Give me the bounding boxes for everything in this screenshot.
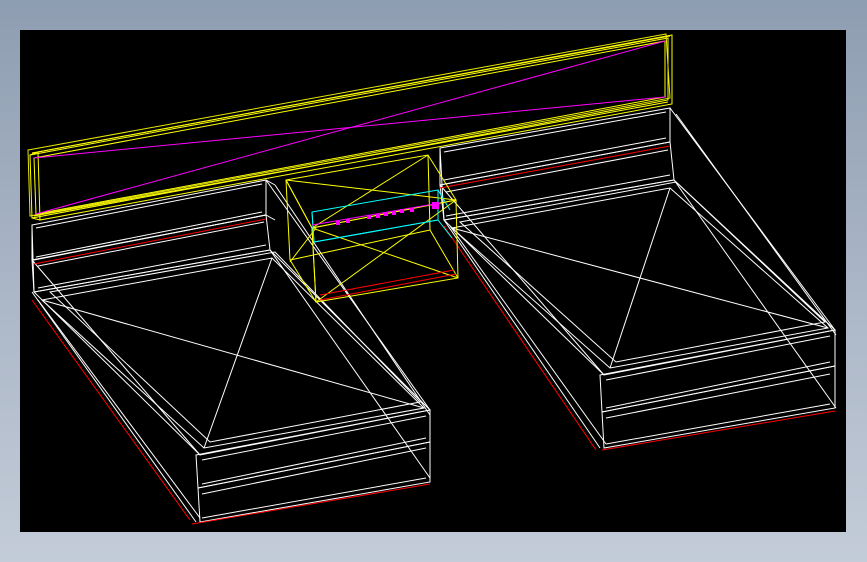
wireframe-drawing: [27, 33, 837, 525]
bed-left-head-top: [31, 179, 267, 261]
headboard-top: [33, 101, 669, 217]
headboard-edge: [31, 217, 41, 221]
bed-left-diagonal: [41, 299, 425, 409]
headboard-top: [31, 35, 671, 154]
bed-right-diagonal: [609, 187, 671, 369]
nightstand-side: [285, 179, 317, 303]
bed-left-diagonal: [203, 257, 273, 449]
nightstand: [285, 154, 459, 303]
bed-left-mattress: [32, 249, 432, 456]
bed-right-foot-lower: [601, 365, 836, 449]
cad-viewport[interactable]: [20, 30, 846, 532]
